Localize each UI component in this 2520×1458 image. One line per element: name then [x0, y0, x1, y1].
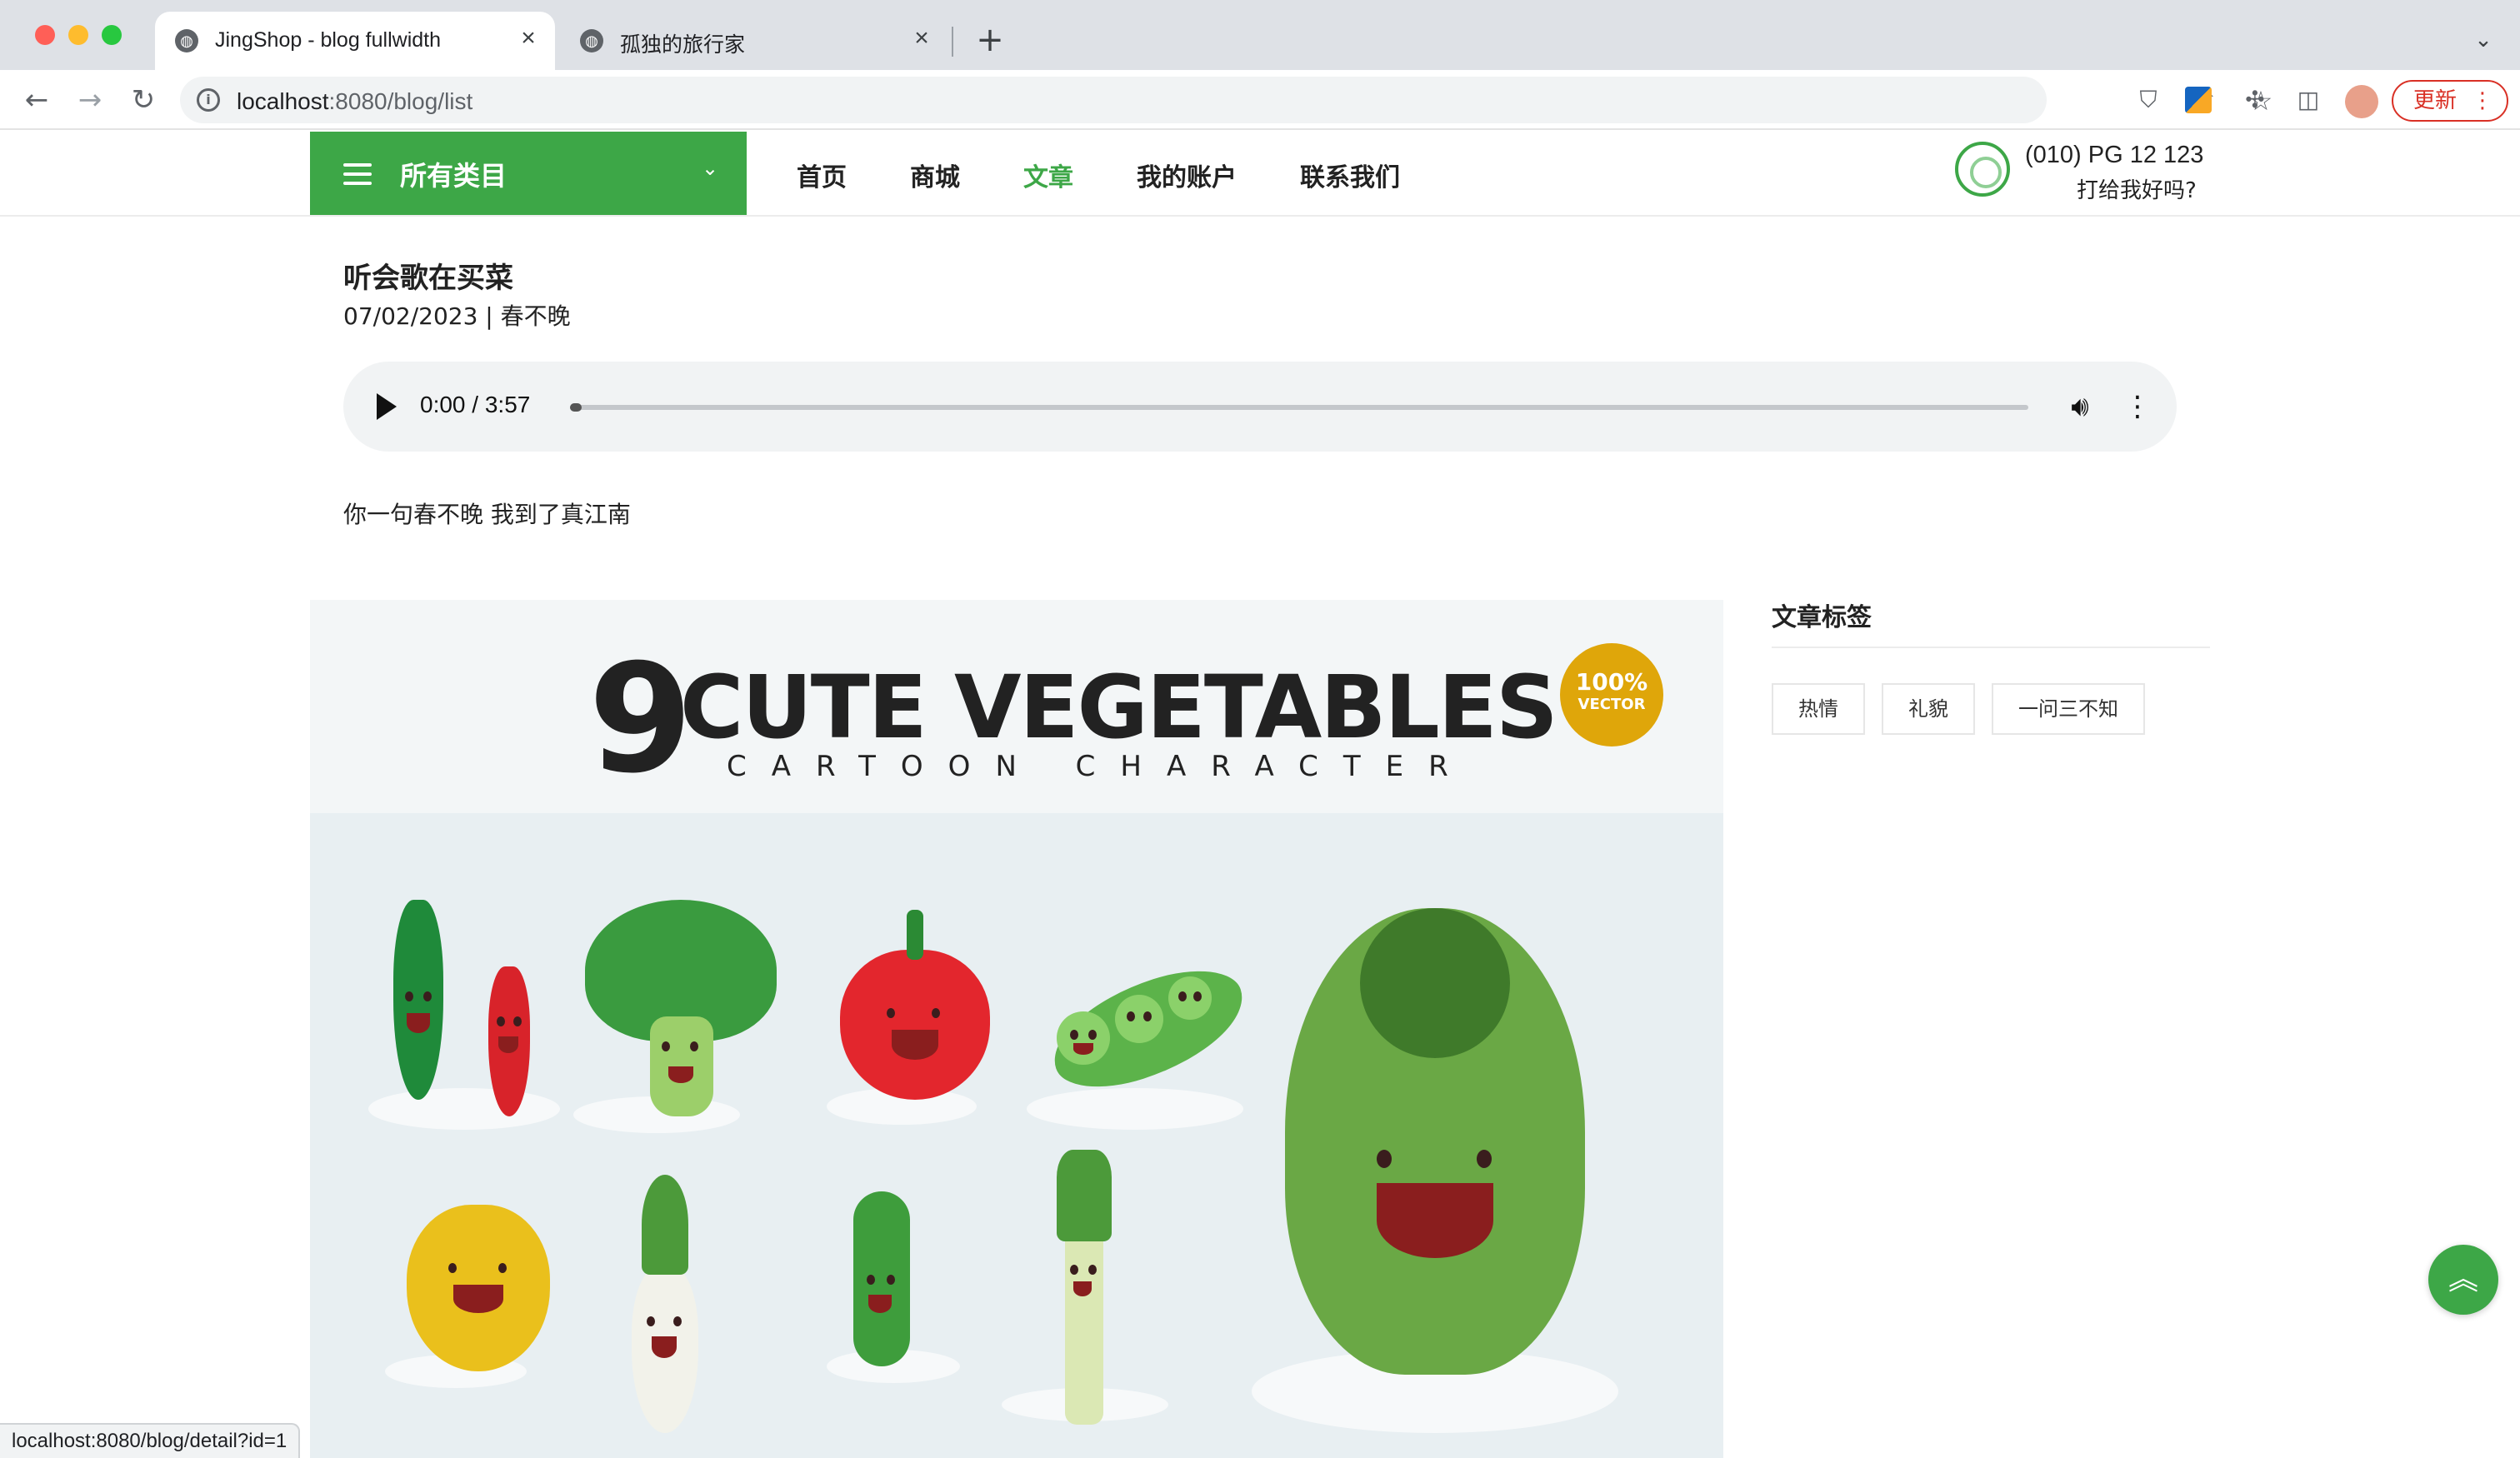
sidebar-tags-title: 文章标签 — [1772, 603, 1872, 632]
audio-progress-bar[interactable] — [570, 403, 2028, 412]
post-meta: 07/02/2023 | 春不晚 — [343, 302, 571, 330]
extension-icon[interactable] — [2185, 87, 2212, 113]
status-bar-url: localhost:8080/blog/detail?id=1 — [0, 1423, 301, 1458]
url-text[interactable]: localhost:8080/blog/list — [237, 88, 472, 115]
site-header: 所有类目 ⌄ 首页 商城 文章 我的账户 联系我们 (010) PG 12 12… — [0, 132, 2520, 217]
leek-character — [1057, 1150, 1112, 1425]
main-nav: 首页 商城 文章 我的账户 联系我们 — [797, 157, 1463, 193]
vector-badge: 100% VECTOR — [1560, 643, 1663, 746]
nav-my-account[interactable]: 我的账户 — [1137, 157, 1237, 193]
volume-icon[interactable]: 🔊︎ — [2063, 390, 2097, 423]
pea-character — [1115, 995, 1163, 1043]
hero-number: 9 — [588, 632, 693, 806]
globe-icon: ◍ — [175, 29, 198, 52]
audio-player: 0:00 / 3:57 🔊︎ ⋮ — [343, 362, 2177, 452]
tag-item[interactable]: 礼貌 — [1882, 683, 1975, 735]
potato-character — [407, 1205, 550, 1371]
update-button[interactable]: 更新 ⋮ — [2392, 80, 2508, 122]
leek-leaves — [1057, 1150, 1112, 1241]
tag-item[interactable]: 一问三不知 — [1992, 683, 2145, 735]
red-chili-character — [488, 966, 530, 1116]
chevron-down-icon: ⌄ — [702, 157, 719, 180]
phone-icon — [1955, 142, 2010, 197]
window-close-button[interactable] — [35, 25, 55, 45]
browser-window: ◍ JingShop - blog fullwidth × ◍ 孤独的旅行家 ×… — [0, 0, 2520, 1458]
bell-pepper-character — [840, 950, 990, 1100]
tab-traveler[interactable]: ◍ 孤独的旅行家 × — [560, 12, 948, 70]
lettuce-top — [1360, 908, 1510, 1058]
back-to-top-button[interactable]: ︽ — [2428, 1245, 2498, 1315]
address-bar[interactable]: i localhost:8080/blog/list ⇪ ☆ — [180, 77, 2272, 123]
hamburger-menu-icon — [343, 163, 372, 185]
green-chili-character — [393, 900, 443, 1100]
extensions-puzzle-icon[interactable]: ✣ — [2240, 85, 2270, 115]
reload-icon[interactable]: ↻ — [125, 82, 162, 118]
lettuce-character — [1285, 908, 1585, 1375]
browser-toolbar: ← → ↻ i localhost:8080/blog/list ⇪ ☆ ⛉ ✣… — [0, 70, 2520, 130]
reading-list-icon[interactable]: ⛉ — [2133, 85, 2163, 115]
more-options-icon[interactable]: ⋮ — [2123, 388, 2152, 425]
audio-progress-thumb[interactable] — [570, 403, 582, 412]
tab-title: JingShop - blog fullwidth — [215, 28, 441, 52]
tab-jingshop[interactable]: ◍ JingShop - blog fullwidth × — [155, 12, 555, 70]
profile-avatar[interactable] — [2345, 85, 2378, 118]
window-minimize-button[interactable] — [68, 25, 88, 45]
radish-leaves — [642, 1175, 688, 1275]
post-excerpt: 你一句春不晚 我到了真江南 — [343, 501, 631, 528]
tab-strip: ◍ JingShop - blog fullwidth × ◍ 孤独的旅行家 ×… — [0, 0, 2520, 70]
hero-banner: 9 CUTE VEGETABLES CARTOON CHARACTER 100%… — [310, 600, 1723, 813]
tag-item[interactable]: 热情 — [1772, 683, 1865, 735]
tab-title: 孤独的旅行家 — [620, 33, 746, 57]
pea-character — [1057, 1011, 1110, 1065]
site-info-icon[interactable]: i — [197, 88, 220, 112]
sidebar-divider — [1772, 647, 2210, 648]
double-chevron-up-icon: ︽ — [2448, 1262, 2478, 1296]
post-hero-image[interactable]: 9 CUTE VEGETABLES CARTOON CHARACTER 100%… — [310, 600, 1723, 1458]
broccoli-stem — [650, 1016, 713, 1116]
tab-close-icon[interactable]: × — [515, 25, 542, 52]
pea-character — [1168, 976, 1212, 1020]
phone-number[interactable]: (010) PG 12 123 — [2025, 142, 2203, 169]
tab-close-icon[interactable]: × — [908, 25, 935, 52]
ground-shadow — [368, 1088, 560, 1130]
globe-icon: ◍ — [580, 29, 603, 52]
side-panel-icon[interactable]: ◫ — [2293, 85, 2323, 115]
back-arrow-icon[interactable]: ← — [18, 82, 55, 118]
tab-divider — [952, 27, 953, 57]
nav-home[interactable]: 首页 — [797, 157, 847, 193]
all-categories-label: 所有类目 — [400, 160, 508, 192]
play-icon[interactable] — [377, 393, 397, 420]
radish-character — [632, 1266, 698, 1433]
nav-shop[interactable]: 商城 — [910, 157, 960, 193]
nav-articles[interactable]: 文章 — [1023, 157, 1073, 193]
ground-shadow — [1027, 1088, 1243, 1130]
phone-subtitle: 打给我好吗? — [2077, 178, 2197, 203]
tab-search-chevron-icon[interactable]: ⌄ — [2467, 23, 2500, 57]
nav-contact[interactable]: 联系我们 — [1300, 157, 1400, 193]
post-title[interactable]: 听会歌在买菜 — [343, 255, 513, 296]
new-tab-plus-icon[interactable]: + — [972, 22, 1008, 58]
hero-title: CUTE VEGETABLES — [680, 657, 1558, 758]
tag-list: 热情 礼貌 一问三不知 — [1772, 683, 2162, 735]
hero-subtitle: CARTOON CHARACTER — [727, 750, 1473, 783]
kebab-menu-icon: ⋮ — [2472, 88, 2493, 113]
pepper-stem — [907, 910, 923, 960]
cucumber-character — [853, 1191, 910, 1366]
window-maximize-button[interactable] — [102, 25, 122, 45]
audio-time: 0:00 / 3:57 — [420, 392, 531, 417]
all-categories-button[interactable]: 所有类目 ⌄ — [310, 132, 747, 215]
forward-arrow-icon[interactable]: → — [72, 82, 108, 118]
